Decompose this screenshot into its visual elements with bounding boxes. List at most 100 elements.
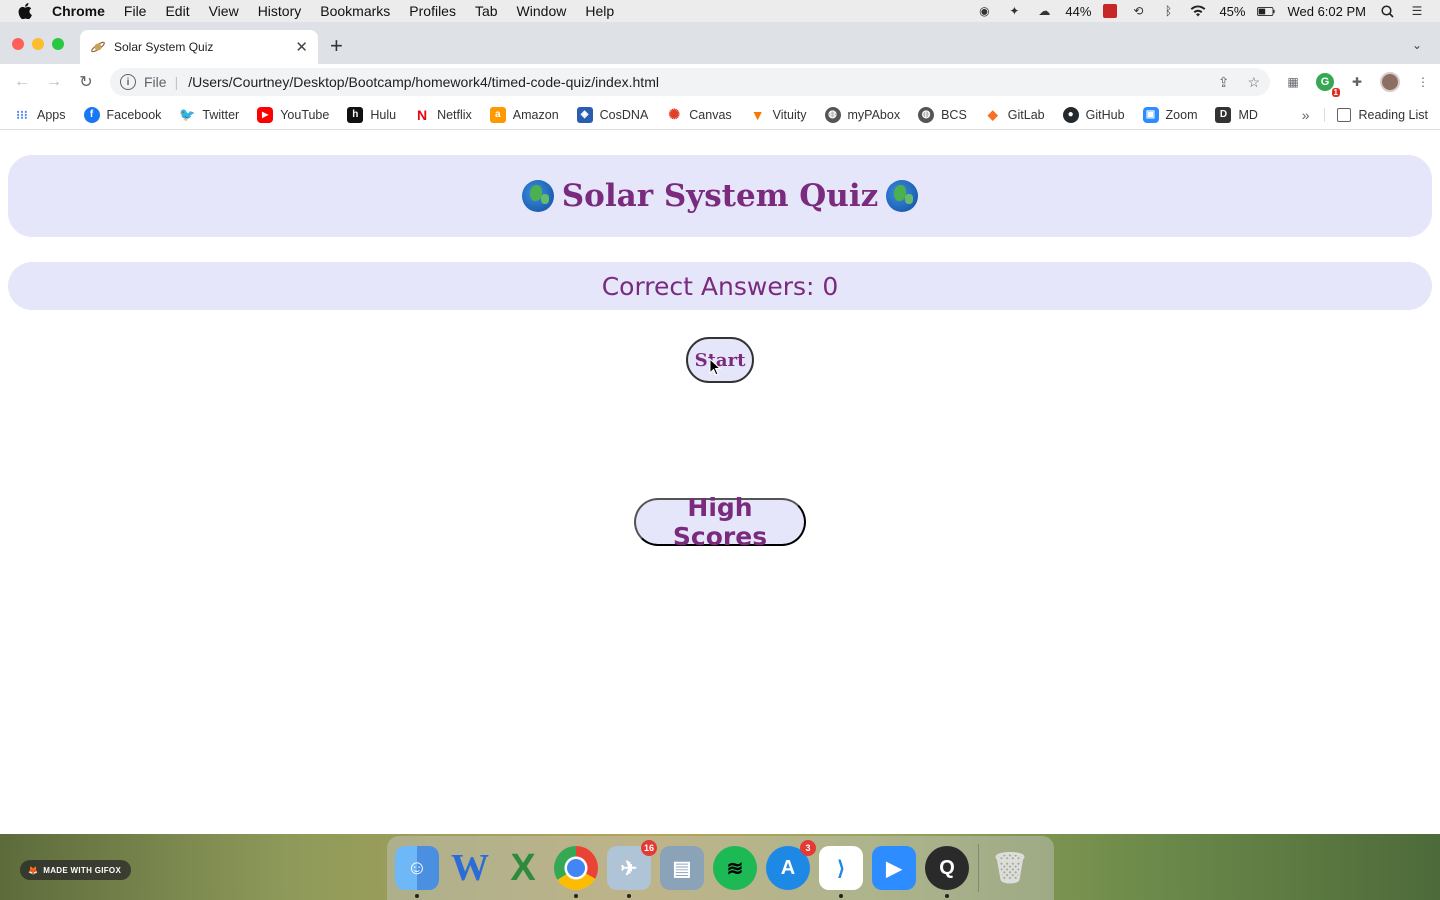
dock-vscode-icon[interactable]: ⟩ bbox=[819, 846, 863, 898]
bookmark-youtube[interactable]: ▶ YouTube bbox=[257, 106, 330, 123]
site-info-icon[interactable]: i bbox=[120, 74, 136, 90]
dock-zoom-icon[interactable]: ▶ bbox=[872, 846, 916, 890]
dock-word-icon[interactable]: W bbox=[448, 846, 492, 890]
address-bar[interactable]: i File | /Users/Courtney/Desktop/Bootcam… bbox=[110, 68, 1270, 96]
correct-answers-display: Correct Answers: 0 bbox=[8, 262, 1432, 310]
menu-profiles[interactable]: Profiles bbox=[409, 3, 456, 19]
globe-icon bbox=[886, 180, 919, 212]
vituity-icon: ▼ bbox=[750, 106, 765, 123]
bluetooth-icon[interactable]: ᛒ bbox=[1159, 4, 1177, 18]
dock-finder-icon[interactable]: ☺ bbox=[395, 846, 439, 898]
dock-image-capture-icon[interactable]: ▤ bbox=[660, 846, 704, 890]
high-scores-button[interactable]: High Scores bbox=[634, 493, 806, 551]
forward-icon[interactable]: → bbox=[38, 73, 70, 91]
url-scheme: File bbox=[144, 74, 167, 90]
apps-grid-icon: ⁝⁝⁝ bbox=[16, 107, 28, 122]
running-indicator bbox=[945, 894, 949, 898]
bookmark-label: YouTube bbox=[280, 107, 330, 122]
tab-title: Solar System Quiz bbox=[114, 40, 214, 54]
bookmark-label: CosDNA bbox=[599, 107, 649, 122]
bookmark-md[interactable]: D MD bbox=[1215, 106, 1258, 123]
grammarly-icon[interactable]: G1 bbox=[1316, 73, 1340, 97]
bookmark-label: MD bbox=[1238, 107, 1258, 122]
dock-excel-icon[interactable]: X bbox=[501, 846, 545, 890]
youtube-icon: ▶ bbox=[257, 106, 274, 123]
close-tab-icon[interactable]: ✕ bbox=[295, 38, 308, 56]
status-area: ◉ ✦ ☁ 44% ⟲ ᛒ 45% Wed 6:02 PM ☰ bbox=[975, 4, 1440, 19]
globe-icon: ◍ bbox=[824, 106, 841, 123]
menu-edit[interactable]: Edit bbox=[165, 3, 189, 19]
profile-avatar[interactable] bbox=[1380, 72, 1400, 92]
extension-icon[interactable]: ▦ bbox=[1284, 73, 1302, 91]
page-content: Solar System Quiz Correct Answers: 0 Sta… bbox=[0, 131, 1440, 834]
dock-app-store-icon[interactable]: A3 bbox=[766, 840, 816, 890]
bookmark-bcs[interactable]: ◍ BCS bbox=[918, 106, 967, 123]
page-title-text: Solar System Quiz bbox=[561, 178, 879, 214]
bookmark-gitlab[interactable]: ◆ GitLab bbox=[985, 107, 1045, 123]
bookmark-amazon[interactable]: a Amazon bbox=[489, 106, 559, 123]
back-icon[interactable]: ← bbox=[6, 73, 38, 91]
active-tab[interactable]: Solar System Quiz ✕ bbox=[80, 30, 318, 64]
bookmark-mypabox[interactable]: ◍ myPAbox bbox=[824, 106, 900, 123]
dock-trash-icon[interactable]: 🗑 bbox=[988, 846, 1032, 890]
more-bookmarks-icon[interactable]: » bbox=[1302, 107, 1310, 123]
dock-chrome-icon[interactable] bbox=[554, 846, 598, 898]
new-tab-icon[interactable]: + bbox=[330, 35, 343, 57]
dock-badge: 3 bbox=[800, 840, 816, 856]
minimize-window-button[interactable] bbox=[32, 38, 44, 50]
bookmark-label: Canvas bbox=[689, 107, 732, 122]
creative-cloud-icon[interactable]: ☁ bbox=[1035, 4, 1053, 18]
maximize-window-button[interactable] bbox=[52, 38, 64, 50]
record-icon[interactable]: ◉ bbox=[975, 4, 993, 18]
running-indicator bbox=[574, 894, 578, 898]
apple-icon[interactable] bbox=[18, 3, 36, 19]
wifi-icon[interactable] bbox=[1189, 4, 1207, 18]
bookmark-zoom[interactable]: ▣ Zoom bbox=[1142, 106, 1198, 123]
bookmark-canvas[interactable]: ✺ Canvas bbox=[666, 106, 732, 123]
dock-spotify-icon[interactable]: ≋ bbox=[713, 846, 757, 890]
bookmark-facebook[interactable]: f Facebook bbox=[83, 106, 161, 123]
tab-search-chevron-icon[interactable]: ⌄ bbox=[1412, 38, 1422, 52]
running-indicator bbox=[839, 894, 843, 898]
dropbox-icon[interactable]: ✦ bbox=[1005, 4, 1023, 18]
dock-preview-icon[interactable]: ✈ 16 bbox=[607, 840, 657, 898]
menu-file[interactable]: File bbox=[124, 3, 147, 19]
reload-icon[interactable]: ↻ bbox=[70, 72, 102, 92]
menu-help[interactable]: Help bbox=[585, 3, 614, 19]
bookmark-hulu[interactable]: h Hulu bbox=[347, 106, 396, 123]
menu-tab[interactable]: Tab bbox=[475, 3, 498, 19]
bookmark-twitter[interactable]: 🐦 Twitter bbox=[179, 107, 239, 123]
extension-red-icon[interactable] bbox=[1103, 4, 1118, 18]
bookmark-vituity[interactable]: ▼ Vituity bbox=[750, 107, 807, 123]
bookmark-label: Apps bbox=[37, 107, 66, 122]
menu-window[interactable]: Window bbox=[517, 3, 567, 19]
url-text[interactable]: /Users/Courtney/Desktop/Bootcamp/homewor… bbox=[188, 74, 659, 90]
window-controls bbox=[12, 38, 64, 50]
menu-history[interactable]: History bbox=[258, 3, 302, 19]
bookmark-label: Zoom bbox=[1165, 107, 1198, 122]
running-indicator bbox=[415, 894, 419, 898]
bookmark-netflix[interactable]: N Netflix bbox=[414, 107, 472, 123]
dock-badge: 16 bbox=[640, 840, 657, 856]
close-window-button[interactable] bbox=[12, 38, 24, 50]
bookmark-label: BCS bbox=[941, 107, 967, 122]
dock-quicktime-icon[interactable]: Q bbox=[925, 846, 969, 898]
bookmark-apps[interactable]: ⁝⁝⁝ Apps bbox=[14, 107, 66, 123]
extensions-area: ▦ G1 ✚ ⋮ bbox=[1284, 72, 1432, 97]
spotlight-search-icon[interactable] bbox=[1378, 4, 1396, 18]
share-icon[interactable]: ⇪ bbox=[1218, 74, 1230, 91]
cosdna-icon: ◈ bbox=[576, 106, 593, 123]
bookmark-cosdna[interactable]: ◈ CosDNA bbox=[576, 106, 649, 123]
battery-icon[interactable] bbox=[1257, 4, 1276, 18]
bookmark-github[interactable]: ● GitHub bbox=[1062, 106, 1125, 123]
clock[interactable]: Wed 6:02 PM bbox=[1287, 4, 1366, 19]
time-machine-icon[interactable]: ⟲ bbox=[1129, 4, 1147, 18]
menu-app-name[interactable]: Chrome bbox=[52, 3, 105, 19]
bookmark-star-icon[interactable]: ☆ bbox=[1247, 74, 1260, 91]
menu-view[interactable]: View bbox=[209, 3, 239, 19]
puzzle-extensions-icon[interactable]: ✚ bbox=[1348, 73, 1366, 91]
chrome-menu-icon[interactable]: ⋮ bbox=[1414, 73, 1432, 91]
menu-bookmarks[interactable]: Bookmarks bbox=[320, 3, 390, 19]
reading-list-button[interactable]: Reading List bbox=[1323, 107, 1428, 122]
control-center-icon[interactable]: ☰ bbox=[1408, 4, 1426, 18]
